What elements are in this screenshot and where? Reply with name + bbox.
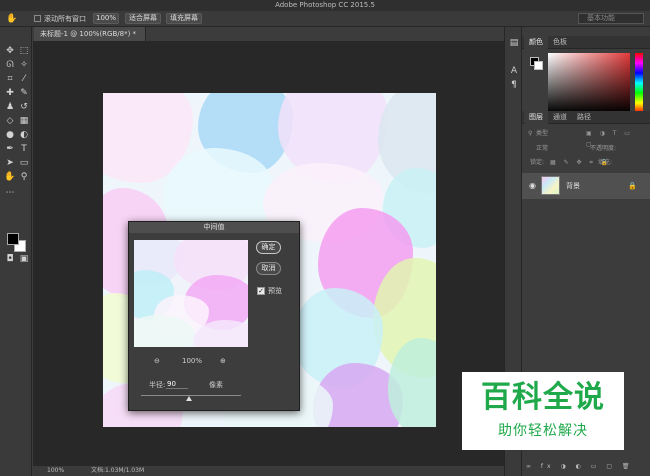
preview-checkbox[interactable]: ✓ [257, 287, 265, 295]
median-dialog: 中间值 确定 取消 ✓ 预览 ⊖ 100% ⊕ 半径: 90 像素 [128, 221, 300, 411]
tab-channels[interactable]: 通道 [548, 111, 572, 124]
hand-tool-icon[interactable]: ✋ [6, 14, 17, 24]
eye-icon[interactable]: ◉ [529, 181, 536, 191]
radius-slider-thumb[interactable] [186, 396, 192, 401]
radius-label: 半径: [149, 381, 166, 389]
workspace-dropdown[interactable]: 基本功能 [578, 13, 644, 24]
tab-color[interactable]: 颜色 [524, 36, 548, 49]
dialog-title: 中间值 [129, 222, 299, 233]
lasso-tool-icon[interactable]: ᘏ [4, 59, 16, 71]
healing-brush-tool-icon[interactable]: ✚ [4, 87, 16, 99]
ok-button[interactable]: 确定 [256, 241, 281, 254]
hand-tool-icon[interactable]: ✋ [4, 171, 16, 183]
history-brush-tool-icon[interactable]: ↺ [18, 101, 30, 113]
fit-screen-button[interactable]: 适合屏幕 [125, 13, 161, 24]
watermark-subtitle: 助你轻松解决 [498, 423, 588, 439]
zoom-in-icon[interactable]: ⊕ [220, 356, 226, 366]
hue-slider[interactable] [635, 53, 643, 113]
scroll-all-windows-label: 滚动所有窗口 [44, 15, 86, 23]
status-bar: 100% 文档:1.03M/1.03M [33, 466, 518, 476]
clone-stamp-tool-icon[interactable]: ♟ [4, 101, 16, 113]
shape-tool-icon[interactable]: ▭ [18, 157, 30, 169]
watermark: 百科全说 助你轻松解决 [462, 372, 624, 450]
color-panel-tabs: 颜色 色板 [522, 36, 650, 49]
eyedropper-tool-icon[interactable]: ⁄ [18, 73, 30, 85]
type-tool-icon[interactable]: T [18, 143, 30, 155]
preview-zoom-row: ⊖ 100% ⊕ [154, 356, 234, 366]
document-tab[interactable]: 未标题-1 @ 100%(RGB/8*) * [34, 27, 146, 41]
title-bar: Adobe Photoshop CC 2015.5 [0, 0, 650, 11]
brush-tool-icon[interactable]: ✎ [18, 87, 30, 99]
blend-mode-select[interactable]: 正常 [536, 143, 548, 154]
status-zoom[interactable]: 100% [47, 466, 64, 476]
radius-input[interactable]: 90 [166, 380, 188, 389]
lock-row: 锁定: ▦ ✎ ✥ ⌗ 🔒 填充: [526, 157, 646, 168]
zoom-tool-icon[interactable]: ⚲ [18, 171, 30, 183]
layer-name[interactable]: 背景 [566, 181, 580, 191]
options-bar: ✋ 滚动所有窗口 100% 适合屏幕 填充屏幕 基本功能 [0, 11, 650, 27]
filter-preview[interactable] [134, 240, 248, 347]
document-tab-label: 未标题-1 @ 100%(RGB/8*) * [40, 30, 137, 38]
path-selection-tool-icon[interactable]: ➤ [4, 157, 16, 169]
scroll-all-windows-checkbox[interactable] [34, 15, 41, 22]
quick-mask-icon[interactable]: ◘ [4, 253, 16, 265]
layers-footer-icons[interactable]: ∞ fx ◑ ◐ ▭ ▢ 🗑 [526, 461, 646, 472]
cancel-button[interactable]: 取消 [256, 262, 281, 275]
layers-panel-tabs: 图层 通道 路径 [522, 111, 650, 124]
paragraph-panel-icon[interactable]: ¶ [509, 79, 519, 91]
character-panel-icon[interactable]: A [509, 65, 519, 77]
foreground-color-swatch[interactable] [7, 233, 19, 245]
status-document-size[interactable]: 文档:1.03M/1.03M [91, 466, 144, 476]
screen-mode-icon[interactable]: ▣ [18, 253, 30, 265]
preview-label: 预览 [268, 287, 282, 295]
panel-background-swatch[interactable] [534, 61, 543, 70]
radius-unit: 像素 [209, 381, 223, 389]
gradient-tool-icon[interactable]: ▦ [18, 115, 30, 127]
fill-screen-button[interactable]: 填充屏幕 [166, 13, 202, 24]
dodge-tool-icon[interactable]: ◐ [18, 129, 30, 141]
tab-layers[interactable]: 图层 [524, 111, 548, 124]
opacity-label: 不透明度: [590, 145, 617, 152]
photoshop-window: Adobe Photoshop CC 2015.5 ✋ 滚动所有窗口 100% … [0, 0, 650, 476]
blend-row: 正常 不透明度: [526, 143, 646, 154]
tab-swatches[interactable]: 色板 [548, 36, 572, 49]
pen-tool-icon[interactable]: ✒ [4, 143, 16, 155]
filter-kind-select[interactable]: 类型 [536, 128, 548, 139]
watermark-title: 百科全说 [481, 380, 605, 415]
magic-wand-tool-icon[interactable]: ✧ [18, 59, 30, 71]
more-tools-icon[interactable]: ⋯ [4, 187, 16, 199]
fill-label: 填充: [598, 159, 613, 166]
tools-panel: ✥ ⬚ ᘏ ✧ ⌗ ⁄ ✚ ✎ ♟ ↺ ◇ ▦ ● ◐ ✒ T ➤ ▭ ✋ ⚲ … [0, 27, 32, 476]
layer-row-background[interactable]: ◉ 背景 🔒 [522, 173, 650, 199]
zoom-100-button[interactable]: 100% [93, 13, 119, 24]
crop-tool-icon[interactable]: ⌗ [4, 73, 16, 85]
layer-thumbnail [541, 176, 560, 195]
preview-zoom-value: 100% [182, 357, 203, 365]
tab-paths[interactable]: 路径 [572, 111, 596, 124]
color-field[interactable] [548, 53, 630, 113]
marquee-tool-icon[interactable]: ⬚ [18, 45, 30, 57]
zoom-out-icon[interactable]: ⊖ [154, 356, 160, 366]
lock-label: 锁定: [530, 159, 545, 166]
layer-filter-row: ⚲ 类型 ▣ ◑ T ▭ ▢ [526, 128, 646, 148]
history-panel-icon[interactable]: ▤ [509, 37, 519, 49]
blur-tool-icon[interactable]: ● [4, 129, 16, 141]
eraser-tool-icon[interactable]: ◇ [4, 115, 16, 127]
lock-icon: 🔒 [628, 182, 637, 190]
move-tool-icon[interactable]: ✥ [4, 45, 16, 57]
search-icon: ⚲ [528, 130, 533, 137]
